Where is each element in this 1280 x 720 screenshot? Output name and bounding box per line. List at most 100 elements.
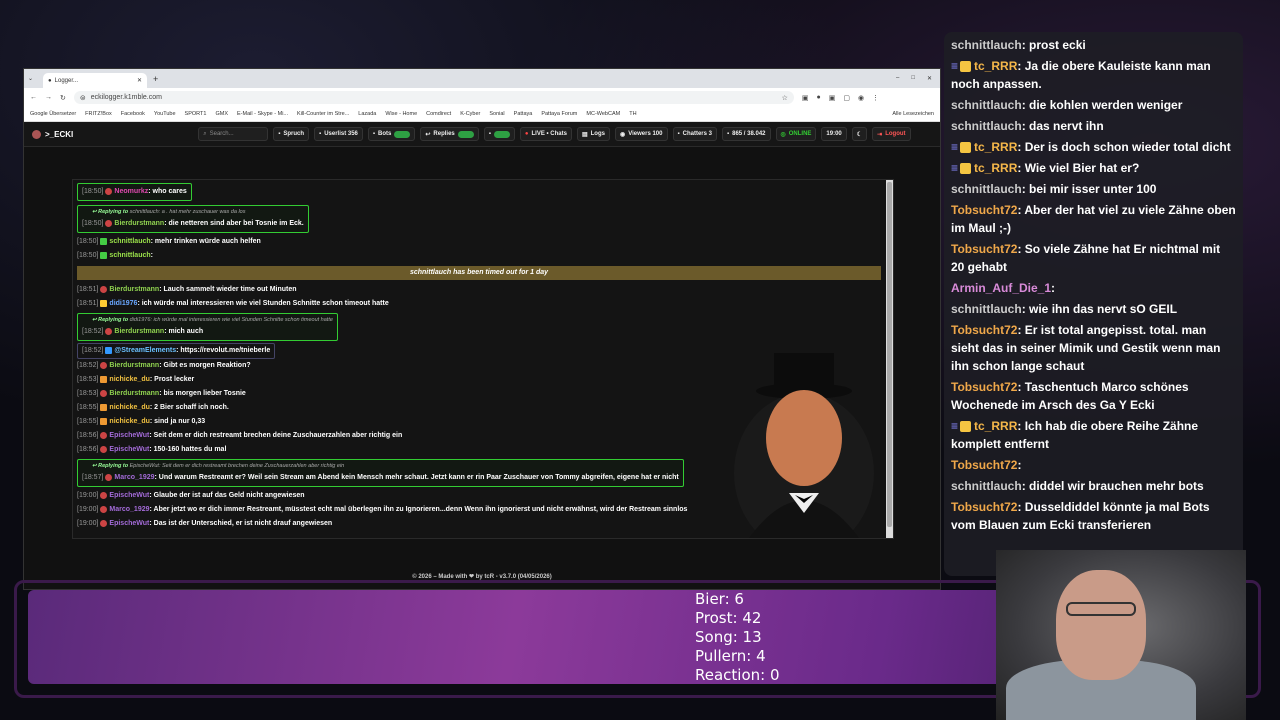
bots-toggle[interactable] xyxy=(394,130,411,138)
scrollbar-thumb[interactable] xyxy=(887,182,892,527)
bookmark-item[interactable]: Comdirect xyxy=(426,111,451,117)
bookmark-item[interactable]: E-Mail - Skype - Mi... xyxy=(237,111,288,117)
bookmark-item[interactable]: TH xyxy=(629,111,636,117)
chat-username[interactable]: didi1976 xyxy=(109,300,137,307)
maximize-icon[interactable]: □ xyxy=(911,75,915,82)
reload-icon[interactable]: ↻ xyxy=(60,94,66,102)
tab-title: Logger... xyxy=(54,77,79,84)
new-tab-button[interactable]: + xyxy=(153,74,158,84)
theme-toggle-button[interactable]: ☾ xyxy=(851,127,868,141)
chat-username[interactable]: nichicke_du xyxy=(109,376,149,383)
app-logo[interactable]: >_ECKI xyxy=(32,129,73,139)
chat-username[interactable]: EpischeWut xyxy=(109,446,149,453)
userlist-button[interactable]: ▪ Userlist 356 xyxy=(314,127,363,141)
bookmark-item[interactable]: FRITZ!Box xyxy=(85,111,112,117)
spruch-button[interactable]: ▪ Spruch xyxy=(273,127,310,141)
online-status-badge: ◎ ONLINE xyxy=(775,127,817,141)
bots-button[interactable]: ▪ Bots xyxy=(367,127,416,141)
back-icon[interactable]: ← xyxy=(30,94,37,101)
moderator-icon: ≡ xyxy=(951,419,959,433)
chat-message: [18:52] Bierdurstmann: mich auch xyxy=(82,325,333,339)
extension-icon[interactable]: ● xyxy=(817,94,821,101)
overlay-chat-text: : prost ecki xyxy=(1021,38,1086,52)
overlay-chat-text: : wie ihn das nervt sO GEIL xyxy=(1021,302,1178,316)
overlay-username: schnittlauch xyxy=(951,38,1022,52)
live-chats-button[interactable]: ● LIVE • Chats xyxy=(519,127,572,141)
chat-username[interactable]: EpischeWut xyxy=(109,492,149,499)
close-tab-icon[interactable]: ✕ xyxy=(137,77,142,84)
bookmark-item[interactable]: Pattaya Forum xyxy=(541,111,577,117)
bookmark-item[interactable]: Kill-Counter im Stre... xyxy=(297,111,349,117)
extension-icon[interactable]: ▣ xyxy=(829,94,836,102)
reply-label: ↩ Replying to xyxy=(92,317,130,323)
chat-username[interactable]: nichicke_du xyxy=(109,404,149,411)
address-field[interactable]: ⊜ eckilogger.k1mble.com ☆ xyxy=(73,91,794,104)
chat-username[interactable]: schnittlauch xyxy=(109,252,150,259)
bookmark-item[interactable]: Sonial xyxy=(489,111,504,117)
chat-message: [18:56] EpischeWut: Seit dem er dich rest… xyxy=(77,429,881,443)
reaction-counter: Reaction: 0 xyxy=(695,666,780,684)
chat-username[interactable]: Bierdurstmann xyxy=(109,362,159,369)
bookmark-item[interactable]: Lazada xyxy=(358,111,376,117)
profile-icon[interactable]: ◉ xyxy=(858,94,864,102)
reply-box: ↩ Replying to EpischeWut: Seit dem er di… xyxy=(77,459,684,487)
chat-username[interactable]: nichicke_du xyxy=(109,418,149,425)
chat-username[interactable]: Marco_1929 xyxy=(114,474,154,481)
bookmark-item[interactable]: Facebook xyxy=(121,111,145,117)
forward-icon[interactable]: → xyxy=(45,94,52,101)
chat-username[interactable]: Bierdurstmann xyxy=(109,390,159,397)
scrollbar[interactable] xyxy=(886,180,893,538)
timestamp: [18:52] xyxy=(77,362,99,369)
user-badge-icon xyxy=(100,375,108,383)
bookmark-star-icon[interactable]: ☆ xyxy=(782,94,788,102)
replies-button[interactable]: ↩ Replies xyxy=(420,127,479,141)
sound-toggle[interactable] xyxy=(493,130,510,138)
user-badge-icon xyxy=(105,473,113,481)
chat-username[interactable]: Neomurkz xyxy=(114,188,148,195)
bookmark-item[interactable]: GMX xyxy=(215,111,228,117)
song-counter: Song: 13 xyxy=(695,628,762,646)
chat-username[interactable]: EpischeWut xyxy=(109,520,149,527)
logs-button[interactable]: ▤ Logs xyxy=(576,127,610,141)
timestamp: [18:55] xyxy=(77,404,99,411)
bookmark-item[interactable]: Wise - Home xyxy=(385,111,417,117)
bookmark-item[interactable]: MC-WebCAM xyxy=(586,111,620,117)
menu-icon[interactable]: ⋮ xyxy=(872,94,879,102)
bookmark-item[interactable]: YouTube xyxy=(154,111,176,117)
chat-message: [18:51] Bierdurstmann: Lauch sammelt wied… xyxy=(77,283,881,297)
sound-button[interactable]: ▪ xyxy=(483,127,515,141)
overlay-chat-message: schnittlauch: diddel wir brauchen mehr b… xyxy=(951,477,1236,495)
minimize-icon[interactable]: – xyxy=(896,75,899,82)
chat-username[interactable]: Bierdurstmann xyxy=(114,220,164,227)
bookmark-item[interactable]: K-Cyber xyxy=(460,111,480,117)
tab-list-icon[interactable]: ⌄ xyxy=(28,75,33,82)
browser-tab[interactable]: ● Logger... ✕ xyxy=(43,73,148,88)
site-info-icon[interactable]: ⊜ xyxy=(80,94,86,102)
search-input[interactable]: ⌕ Search... xyxy=(198,127,269,141)
bookmark-item[interactable]: SPORT1 xyxy=(185,111,207,117)
close-window-icon[interactable]: ✕ xyxy=(927,75,932,82)
chat-message: [18:50] Neomurkz: who cares xyxy=(82,185,187,199)
extension-icon[interactable]: ▢ xyxy=(843,94,850,102)
overlay-username: Tobsucht72 xyxy=(951,500,1018,514)
logout-button[interactable]: ⇥ Logout xyxy=(872,127,911,141)
overlay-chat-message: ≡ tc_RRR: Ja die obere Kauleiste kann man… xyxy=(951,57,1236,93)
bookmark-item[interactable]: Alle Lesezeichen xyxy=(892,111,934,117)
bookmark-item[interactable]: Pattaya xyxy=(514,111,533,117)
chat-username[interactable]: Bierdurstmann xyxy=(114,328,164,335)
chat-username[interactable]: schnittlauch xyxy=(109,238,150,245)
reply-box: [18:50] Neomurkz: who cares xyxy=(77,183,192,201)
chat-username[interactable]: Marco_1929 xyxy=(109,506,149,513)
extension-icon[interactable]: ▣ xyxy=(802,94,809,102)
url-text: eckilogger.k1mble.com xyxy=(90,94,162,101)
viewers-badge: ◉ Viewers 100 xyxy=(614,127,668,141)
user-badge-icon xyxy=(105,219,113,227)
user-badge-icon xyxy=(100,505,108,513)
bookmark-item[interactable]: Google Übersetzer xyxy=(30,111,76,117)
crown-icon xyxy=(960,163,972,175)
chat-text: : ich würde mal interessieren wie viel S… xyxy=(137,300,389,307)
chat-username[interactable]: EpischeWut xyxy=(109,432,149,439)
chat-username[interactable]: Bierdurstmann xyxy=(109,286,159,293)
chat-username[interactable]: @StreamElements xyxy=(114,347,176,354)
replies-toggle[interactable] xyxy=(457,130,474,138)
